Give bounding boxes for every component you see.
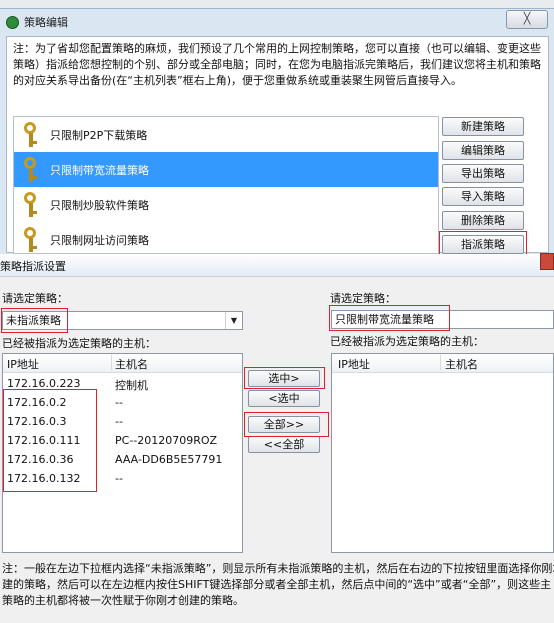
key-icon [22, 121, 40, 148]
edit-policy-button[interactable]: 编辑策略 [442, 141, 524, 160]
note-line: 注：一般在左边下拉框内选择“未指派策略”，则显示所有未指派策略的主机，然后在右边… [2, 562, 554, 575]
highlight-box [3, 389, 97, 492]
assign-close-button[interactable] [540, 253, 554, 270]
delete-policy-button[interactable]: 删除策略 [442, 211, 524, 230]
background-window-strip [0, 0, 554, 8]
export-policy-button[interactable]: 导出策略 [442, 164, 524, 183]
new-policy-button[interactable]: 新建策略 [442, 117, 524, 136]
highlight-box [439, 231, 527, 255]
list-header: IP地址 主机名 [3, 354, 242, 373]
host-cell: 控制机 [115, 379, 148, 392]
column-divider[interactable] [111, 355, 112, 370]
highlight-box [329, 305, 450, 331]
policy-edit-dialog: 策略编辑 ╳ 注：为了省却您配置策略的麻烦，我们预设了几个常用的上网控制策略，您… [0, 8, 554, 255]
dropdown-arrow-icon[interactable]: ▼ [225, 312, 242, 329]
host-cell: -- [115, 415, 123, 428]
key-icon [22, 191, 40, 218]
dialog-title: 策略编辑 [24, 16, 68, 29]
host-cell: -- [115, 396, 123, 409]
column-divider[interactable] [440, 355, 441, 370]
policy-item[interactable]: 只限制P2P下载策略 [14, 117, 438, 152]
select-left-button[interactable]: <选中 [248, 390, 320, 407]
right-host-list[interactable]: IP地址 主机名 [331, 353, 554, 553]
assign-dialog-titlebar [0, 254, 554, 277]
host-cell: -- [115, 472, 123, 485]
left-list-label: 已经被指派为选定策略的主机： [2, 337, 156, 350]
policy-list[interactable]: 只限制P2P下载策略 只限制带宽流量策略 只限制炒股软件策略 只限制网址访问策略 [13, 116, 439, 254]
import-policy-button[interactable]: 导入策略 [442, 187, 524, 206]
col-ip-header[interactable]: IP地址 [7, 356, 39, 372]
policy-item-selected[interactable]: 只限制带宽流量策略 [14, 152, 438, 187]
col-host-header[interactable]: 主机名 [445, 356, 478, 372]
policy-label: 只限制炒股软件策略 [50, 198, 149, 212]
note-line: 建的策略，然后可以在左边框内按住SHIFT键选择部分或者全部主机，然后点中间的“… [2, 578, 552, 591]
host-cell: PC--20120709ROZ [115, 434, 218, 447]
intro-note: 注：为了省却您配置策略的麻烦，我们预设了几个常用的上网控制策略，您可以直接（也可… [13, 42, 541, 87]
col-ip-header[interactable]: IP地址 [338, 356, 370, 372]
key-icon [22, 156, 40, 183]
assign-dialog-title: 策略指派设置 [0, 260, 66, 273]
left-select-label: 请选定策略： [2, 292, 68, 305]
col-host-header[interactable]: 主机名 [115, 356, 148, 372]
policy-label: 只限制网址访问策略 [50, 233, 149, 247]
highlight-box [244, 367, 325, 389]
policy-label: 只限制带宽流量策略 [50, 163, 149, 177]
policy-item[interactable]: 只限制炒股软件策略 [14, 187, 438, 222]
host-cell: AAA-DD6B5E57791 [115, 453, 223, 466]
highlight-box [1, 308, 68, 333]
note-line: 策略的主机都将被一次性赋于你刚才创建的策略。 [2, 594, 244, 607]
app-icon [6, 15, 19, 29]
policy-label: 只限制P2P下载策略 [50, 128, 148, 142]
right-list-label: 已经被指派为选定策略的主机： [330, 335, 484, 348]
all-left-button[interactable]: <<全部 [248, 436, 320, 453]
key-icon [22, 226, 40, 253]
policy-item[interactable]: 只限制网址访问策略 [14, 222, 438, 253]
dialog-body: 注：为了省却您配置策略的麻烦，我们预设了几个常用的上网控制策略，您可以直接（也可… [6, 36, 549, 255]
list-header: IP地址 主机名 [332, 354, 553, 373]
highlight-box [244, 412, 329, 437]
dialog-titlebar: 策略编辑 [6, 12, 68, 32]
close-button[interactable]: ╳ [506, 10, 548, 29]
assign-note: 注：一般在左边下拉框内选择“未指派策略”，则显示所有未指派策略的主机，然后在右边… [2, 561, 554, 609]
right-select-label: 请选定策略： [330, 292, 396, 305]
